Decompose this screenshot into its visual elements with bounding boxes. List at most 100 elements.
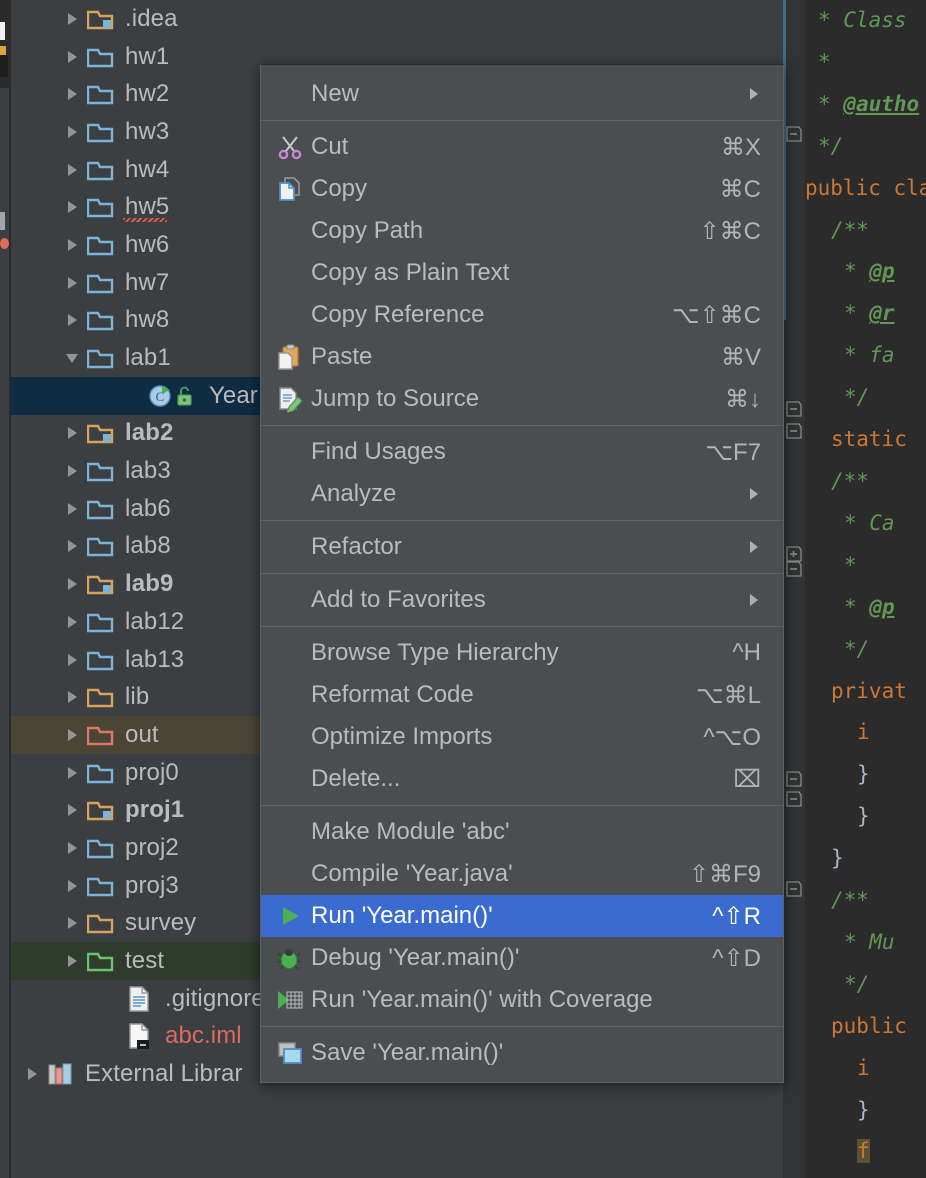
- code-token: *: [844, 552, 857, 577]
- menu-item-shortcut: ^H: [732, 639, 761, 666]
- menu-item[interactable]: Copy as Plain Text: [261, 252, 783, 294]
- code-fold-marker[interactable]: [785, 400, 803, 418]
- code-token: }: [857, 762, 870, 787]
- tree-expand-arrow[interactable]: [57, 764, 87, 782]
- tree-expand-arrow[interactable]: [57, 274, 87, 292]
- tree-row-label: test: [125, 947, 165, 975]
- code-editor[interactable]: * Class * * @autho */public cla/** * @p * @r…: [783, 0, 926, 1178]
- editor-gutter[interactable]: [783, 0, 805, 1178]
- menu-item[interactable]: Paste ⌘V: [261, 336, 783, 378]
- menu-item[interactable]: Copy Path ⇧⌘C: [261, 210, 783, 252]
- menu-item-label: Reformat Code: [311, 681, 474, 708]
- menu-item[interactable]: Compile 'Year.java' ⇧⌘F9: [261, 853, 783, 895]
- menu-item-label: New: [311, 80, 360, 107]
- tree-expand-arrow[interactable]: [57, 462, 87, 480]
- java-class-run-icon: C: [149, 384, 205, 408]
- folder-module-icon: [87, 799, 121, 821]
- tree-row-label: abc.iml: [165, 1022, 242, 1050]
- menu-item[interactable]: Delete... ⌧: [261, 758, 783, 800]
- tree-expand-arrow[interactable]: [57, 48, 87, 66]
- left-strip-dark-marker: [0, 55, 8, 77]
- menu-item[interactable]: Cut ⌘X: [261, 126, 783, 168]
- menu-item[interactable]: Debug 'Year.main()' ^⇧D: [261, 937, 783, 979]
- tree-expand-arrow[interactable]: [57, 914, 87, 932]
- tree-row-label: proj1: [125, 796, 185, 824]
- left-tool-strip: [0, 0, 9, 1178]
- code-fold-marker[interactable]: [785, 770, 803, 788]
- menu-item[interactable]: Jump to Source ⌘↓: [261, 378, 783, 420]
- code-token: @p: [869, 594, 895, 619]
- tree-expand-arrow[interactable]: [57, 537, 87, 555]
- code-token: *: [818, 49, 831, 74]
- menu-item[interactable]: Find Usages ⌥F7: [261, 431, 783, 473]
- left-strip-orange-marker: [0, 46, 6, 55]
- tree-expand-arrow[interactable]: [57, 311, 87, 329]
- menu-item-shortcut: ⌥⌘L: [695, 681, 761, 709]
- menu-item[interactable]: New: [261, 73, 783, 115]
- tree-expand-arrow[interactable]: [17, 1065, 47, 1083]
- menu-item[interactable]: Analyze: [261, 473, 783, 515]
- menu-item-shortcut: ⌥⇧⌘C: [671, 301, 761, 329]
- menu-item[interactable]: Save 'Year.main()': [261, 1032, 783, 1074]
- tree-expand-arrow[interactable]: [57, 801, 87, 819]
- menu-item-label: Analyze: [311, 480, 397, 507]
- code-token: */: [844, 636, 870, 661]
- tree-expand-arrow[interactable]: [57, 85, 87, 103]
- code-token: *: [818, 91, 844, 116]
- tree-expand-arrow[interactable]: [57, 500, 87, 518]
- tree-expand-arrow[interactable]: [57, 839, 87, 857]
- tree-expand-arrow[interactable]: [57, 161, 87, 179]
- tree-row-label: hw2: [125, 80, 170, 108]
- menu-item[interactable]: Refactor: [261, 526, 783, 568]
- code-fold-marker[interactable]: [785, 560, 803, 578]
- tree-expand-arrow[interactable]: [57, 651, 87, 669]
- tree-expand-arrow[interactable]: [57, 877, 87, 895]
- code-token: }: [831, 846, 844, 871]
- menu-item[interactable]: Make Module 'abc': [261, 811, 783, 853]
- submenu-arrow-icon: [747, 592, 761, 608]
- tree-row[interactable]: .idea: [11, 0, 783, 38]
- menu-item[interactable]: Browse Type Hierarchy ^H: [261, 632, 783, 674]
- code-token: @r: [869, 301, 895, 326]
- tree-expand-arrow[interactable]: [57, 236, 87, 254]
- tree-row-label: proj2: [125, 833, 179, 861]
- menu-item[interactable]: Run 'Year.main()' ^⇧R: [261, 895, 783, 937]
- menu-item[interactable]: Copy Reference ⌥⇧⌘C: [261, 294, 783, 336]
- tree-row-label: lab13: [125, 645, 185, 673]
- menu-item[interactable]: Add to Favorites: [261, 579, 783, 621]
- folder-icon: [87, 272, 121, 294]
- tree-expand-arrow[interactable]: [57, 613, 87, 631]
- menu-item[interactable]: Optimize Imports ^⌥O: [261, 716, 783, 758]
- tree-expand-arrow[interactable]: [57, 575, 87, 593]
- menu-item[interactable]: Copy ⌘C: [261, 168, 783, 210]
- tree-expand-arrow[interactable]: [57, 726, 87, 744]
- tree-expand-arrow[interactable]: [57, 123, 87, 141]
- code-token: */: [844, 385, 870, 410]
- code-fold-marker[interactable]: [785, 880, 803, 898]
- text-file-icon: [127, 986, 161, 1012]
- folder-icon: [87, 950, 121, 972]
- tree-row-label: hw6: [125, 230, 170, 258]
- menu-item[interactable]: Run 'Year.main()' with Coverage: [261, 979, 783, 1021]
- tree-expand-arrow[interactable]: [57, 952, 87, 970]
- tree-expand-arrow[interactable]: [57, 349, 87, 367]
- tree-expand-arrow[interactable]: [57, 198, 87, 216]
- menu-item-label: Cut: [311, 133, 349, 160]
- code-line: * Mu: [805, 922, 926, 964]
- tree-expand-arrow[interactable]: [57, 688, 87, 706]
- menu-item-label: Compile 'Year.java': [311, 860, 513, 887]
- tree-expand-arrow[interactable]: [57, 10, 87, 28]
- code-fold-marker[interactable]: [785, 125, 803, 143]
- code-token: */: [818, 133, 844, 158]
- code-token: static: [831, 427, 907, 452]
- menu-separator: [261, 805, 783, 806]
- menu-item[interactable]: Reformat Code ⌥⌘L: [261, 674, 783, 716]
- code-fold-marker[interactable]: [785, 422, 803, 440]
- code-line: * Class: [805, 0, 926, 42]
- menu-separator: [261, 626, 783, 627]
- code-fold-marker[interactable]: [785, 790, 803, 808]
- tree-row-label: proj0: [125, 758, 179, 786]
- code-line: * @r: [805, 293, 926, 335]
- tree-expand-arrow[interactable]: [57, 424, 87, 442]
- project-context-menu[interactable]: New Cut ⌘X Copy ⌘C Copy Path ⇧⌘C Copy as Plain …: [260, 64, 784, 1083]
